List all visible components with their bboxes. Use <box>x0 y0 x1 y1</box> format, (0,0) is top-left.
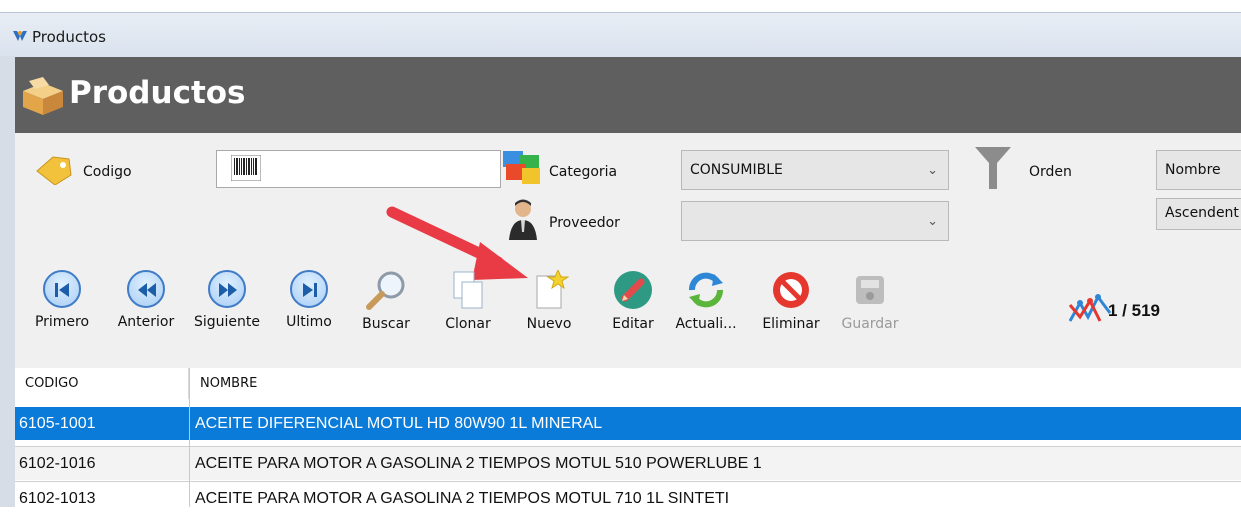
orden-value: Nombre <box>1165 162 1221 178</box>
last-record-icon <box>290 270 328 308</box>
cell-codigo: 6105-1001 <box>19 415 96 432</box>
nuevo-button[interactable]: Nuevo <box>518 270 580 332</box>
clonar-label: Clonar <box>445 316 491 332</box>
previous-record-icon <box>127 270 165 308</box>
box-icon <box>23 77 63 115</box>
siguiente-label: Siguiente <box>193 314 260 330</box>
window-title: Productos <box>32 28 106 46</box>
new-document-icon <box>536 270 569 309</box>
filter-panel: Codigo Categoria CONSUMIBLE ⌄ Proveedor … <box>15 133 1241 368</box>
window-titlebar: Productos <box>0 12 1241 57</box>
save-disk-icon <box>856 276 884 304</box>
eliminar-label: Eliminar <box>762 316 820 332</box>
page-title: Productos <box>69 75 246 111</box>
buscar-button[interactable]: Buscar <box>355 270 417 332</box>
edit-pencil-icon <box>614 271 652 309</box>
cell-nombre: ACEITE PARA MOTOR A GASOLINA 2 TIEMPOS M… <box>195 455 762 472</box>
nuevo-label: Nuevo <box>526 316 572 332</box>
clone-documents-icon <box>453 271 483 309</box>
left-border <box>0 56 15 507</box>
table-row[interactable]: 6102-1016 ACEITE PARA MOTOR A GASOLINA 2… <box>15 446 1241 480</box>
cell-nombre: ACEITE PARA MOTOR A GASOLINA 2 TIEMPOS M… <box>195 490 730 507</box>
barcode-icon <box>231 155 261 181</box>
chevron-down-icon: ⌄ <box>927 163 938 178</box>
category-icon <box>503 151 540 184</box>
page-header: Productos <box>15 57 1241 133</box>
next-record-icon <box>208 270 246 308</box>
magnifier-icon <box>366 271 405 310</box>
column-header-nombre[interactable]: NOMBRE <box>190 368 1241 399</box>
guardar-button[interactable]: Guardar <box>834 270 906 332</box>
cell-nombre: ACEITE DIFERENCIAL MOTUL HD 80W90 1L MIN… <box>195 415 603 432</box>
direction-value: Ascendent <box>1165 205 1239 221</box>
clonar-button[interactable]: Clonar <box>437 270 499 332</box>
top-margin <box>0 0 1241 12</box>
proveedor-select[interactable]: ⌄ <box>681 201 949 241</box>
primero-button[interactable]: Primero <box>32 270 92 330</box>
editar-button[interactable]: Editar <box>602 270 664 332</box>
cell-codigo: 6102-1013 <box>19 490 96 507</box>
orden-label: Orden <box>1029 164 1072 180</box>
tag-icon <box>36 156 72 185</box>
column-divider <box>189 368 190 507</box>
chevron-down-icon: ⌄ <box>927 214 938 229</box>
direction-select[interactable]: Ascendent <box>1156 198 1241 230</box>
primero-label: Primero <box>34 314 90 330</box>
cell-codigo: 6102-1016 <box>19 455 96 472</box>
categoria-value: CONSUMIBLE <box>690 162 783 178</box>
proveedor-label: Proveedor <box>549 215 620 231</box>
filter-funnel-icon <box>975 147 1011 189</box>
codigo-input[interactable] <box>216 150 501 188</box>
siguiente-button[interactable]: Siguiente <box>187 270 267 330</box>
table-row[interactable]: 6102-1013 ACEITE PARA MOTOR A GASOLINA 2… <box>15 481 1241 515</box>
app-icon <box>13 31 27 41</box>
ultimo-label: Ultimo <box>286 314 332 330</box>
ultimo-button[interactable]: Ultimo <box>278 270 340 330</box>
first-record-icon <box>43 270 81 308</box>
orden-select[interactable]: Nombre <box>1156 150 1241 190</box>
guardar-label: Guardar <box>841 316 899 332</box>
products-table: CODIGO NOMBRE 6105-1001 ACEITE DIFERENCI… <box>15 368 1241 515</box>
actualizar-button[interactable]: Actuali... <box>668 270 744 332</box>
editar-label: Editar <box>612 316 654 332</box>
record-counter: 1 / 519 <box>1108 301 1160 320</box>
column-header-codigo[interactable]: CODIGO <box>15 368 189 399</box>
anterior-label: Anterior <box>117 314 175 330</box>
anterior-button[interactable]: Anterior <box>112 270 180 330</box>
delete-stop-icon <box>773 272 809 308</box>
categoria-label: Categoria <box>549 164 618 180</box>
actualizar-label: Actuali... <box>675 316 737 332</box>
refresh-icon <box>689 272 723 308</box>
table-row[interactable]: 6105-1001 ACEITE DIFERENCIAL MOTUL HD 80… <box>15 407 1241 440</box>
buscar-label: Buscar <box>362 316 410 332</box>
codigo-label: Codigo <box>83 164 132 180</box>
eliminar-button[interactable]: Eliminar <box>756 270 826 332</box>
categoria-select[interactable]: CONSUMIBLE ⌄ <box>681 150 949 190</box>
